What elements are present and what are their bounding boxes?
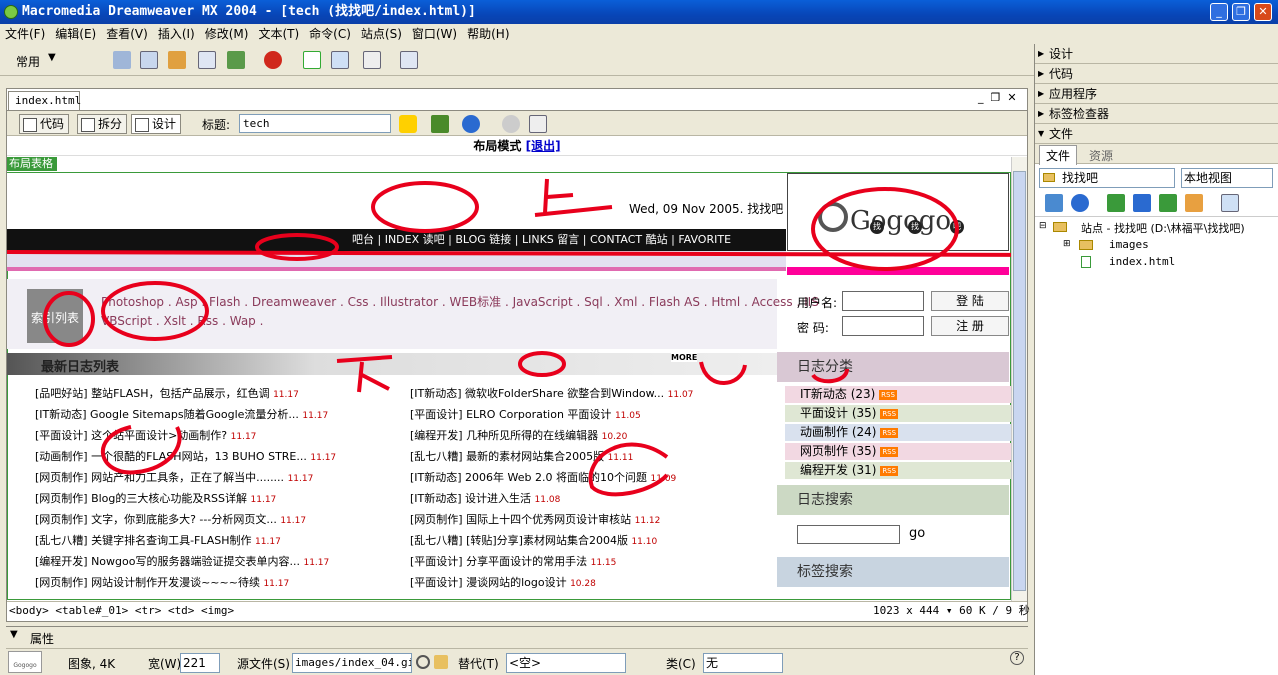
menu-item[interactable]: 文本(T) [253,27,304,41]
insert-toolbar: 常用 ▼ [0,46,1034,76]
menu-item[interactable]: 站点(S) [356,27,407,41]
site-root-label[interactable]: 站点 - 找找吧 (D:\林福平\找找吧) [1081,220,1245,236]
maximize-button[interactable]: ❐ [1232,3,1250,21]
preview-icon[interactable] [462,115,480,133]
connect-icon[interactable] [1045,194,1063,212]
class-label: 类(C) [666,657,696,671]
view-select[interactable]: 本地视图 [1181,168,1273,188]
status-info: 1023 x 444 ▾ 60 K / 9 秒 [873,604,1030,617]
link-icon[interactable] [113,51,131,69]
anchor-icon[interactable] [168,51,186,69]
layout-mode-label: 布局模式 [473,139,522,153]
template-icon[interactable] [363,51,381,69]
tag-chooser-icon[interactable] [400,51,418,69]
menu-bar: 文件(F) 编辑(E) 查看(V) 插入(I) 修改(M) 文本(T) 命令(C) 站点(S)… [0,24,1034,44]
menu-item[interactable]: 查看(V) [101,27,153,41]
panel-tag-inspector[interactable]: 标签检查器 [1035,104,1278,124]
image-info: 图象, 4K [68,657,116,671]
window-title: Macromedia Dreamweaver MX 2004 - [tech (… [22,4,476,19]
design-view-button[interactable]: 设计 [131,114,182,134]
properties-panel: ▼ 属性 Gogogo 图象, 4K 宽(W) 221 源文件(S) image… [6,626,1028,675]
panel-application[interactable]: 应用程序 [1035,84,1278,104]
src-label: 源文件(S) [237,657,290,671]
document-toolbar: 代码 拆分 设计 标题: tech [7,110,1027,136]
check-browser-icon[interactable] [399,115,417,133]
title-label: 标题: [202,118,231,132]
html-file-icon [1081,256,1091,268]
app-logo-icon [4,5,18,19]
media-icon[interactable] [264,51,282,69]
close-button[interactable]: ✕ [1254,3,1272,21]
table-icon[interactable] [198,51,216,69]
panel-code[interactable]: 代码 [1035,64,1278,84]
tab-index-html[interactable]: index.html [8,91,81,110]
check-in-icon[interactable] [1185,194,1203,212]
date-icon[interactable] [303,51,321,69]
collapse-icon[interactable]: ⊟ [1039,221,1047,231]
site-select[interactable]: 找找吧 [1039,168,1175,188]
panel-group: 设计 代码 应用程序 标签检查器 文件 文件 资源 找找吧 本地视图 ⊟ 站点 … [1034,44,1278,675]
tag-path[interactable]: <body> <table#_01> <tr> <td> <img> [9,602,234,619]
menu-item[interactable]: 窗口(W) [407,27,462,41]
doc-window-controls[interactable]: _ ❐ ✕ [978,91,1017,104]
layout-mode-bar: 布局模式 [退出] [7,136,1027,156]
properties-title: 属性 [30,632,55,646]
title-bar: Macromedia Dreamweaver MX 2004 - [tech (… [0,0,1278,24]
title-input[interactable]: tech [239,114,391,133]
expand-icon[interactable] [1221,194,1239,212]
help-icon[interactable]: ? [1010,651,1024,665]
expand-icon[interactable]: ⊞ [1063,239,1071,249]
email-icon[interactable] [140,51,158,69]
minimize-button[interactable]: _ [1210,3,1228,21]
menu-item[interactable]: 编辑(E) [50,27,101,41]
refresh-icon[interactable] [1071,194,1089,212]
chevron-down-icon[interactable]: ▼ [48,52,56,63]
image-thumbnail: Gogogo [8,651,42,673]
refresh-icon[interactable] [502,115,520,133]
menu-item[interactable]: 帮助(H) [462,27,514,41]
alt-select[interactable]: <空> [506,653,626,673]
red-annotations [7,178,1011,497]
comment-icon[interactable] [331,51,349,69]
alt-label: 替代(T) [458,657,499,671]
get-files-icon[interactable] [1107,194,1125,212]
tab-files[interactable]: 文件 [1039,145,1078,165]
code-view-button[interactable]: 代码 [19,114,70,134]
tab-assets[interactable]: 资源 [1085,146,1117,165]
image-icon[interactable] [227,51,245,69]
width-label: 宽(W) [148,657,182,671]
vertical-scrollbar[interactable] [1011,157,1027,601]
chevron-down-icon[interactable]: ▼ [10,629,18,640]
tag-selector: <body> <table#_01> <tr> <td> <img> 1023 … [7,601,1030,619]
menu-item[interactable]: 文件(F) [0,27,50,41]
files-tabs: 文件 资源 [1035,144,1278,165]
exit-layout-link[interactable]: [退出] [526,139,561,153]
file-transfer-icon[interactable] [431,115,449,133]
images-folder[interactable]: images [1109,238,1149,251]
design-canvas: 布局表格 Wed, 09 Nov 2005. 找找吧 吧台 | INDEX 读吧… [7,157,1011,601]
index-file[interactable]: index.html [1109,255,1175,268]
class-select[interactable]: 无 [703,653,783,673]
toolbar-category[interactable]: 常用 [16,53,40,70]
width-input[interactable]: 221 [180,653,220,673]
check-out-icon[interactable] [1159,194,1177,212]
view-options-icon[interactable] [529,115,547,133]
site-folder-icon [1053,222,1067,232]
menu-item[interactable]: 修改(M) [200,27,254,41]
menu-item[interactable]: 插入(I) [153,27,200,41]
folder-icon [1043,173,1055,182]
split-view-button[interactable]: 拆分 [77,114,128,134]
src-input[interactable]: images/index_04.gif [292,653,412,673]
point-to-file-icon[interactable] [416,655,430,669]
folder-icon [1079,240,1093,250]
panel-files[interactable]: 文件 [1035,124,1278,144]
put-files-icon[interactable] [1133,194,1151,212]
panel-design[interactable]: 设计 [1035,44,1278,64]
browse-folder-icon[interactable] [434,655,448,669]
menu-item[interactable]: 命令(C) [304,27,356,41]
